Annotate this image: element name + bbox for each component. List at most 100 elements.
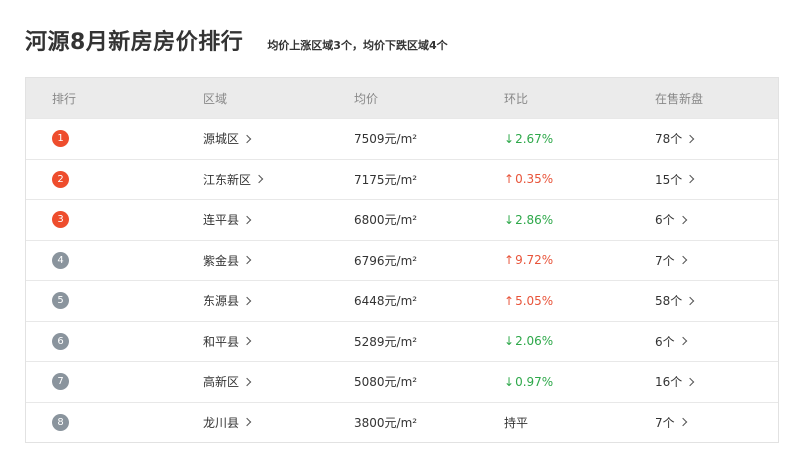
chevron-right-icon (242, 296, 252, 305)
table-row: 1 源城区 7509元/m² ↓ 2.67% 78个 (26, 118, 778, 159)
table-header: 排行 区域 均价 环比 在售新盘 (26, 78, 778, 118)
avg-price: 5080元/m² (354, 375, 418, 390)
listings-count: 78个 (655, 132, 683, 147)
rank-badge: 4 (52, 251, 69, 269)
change-value: 2.67% (515, 131, 554, 146)
area-name: 紫金县 (203, 253, 240, 268)
header-rank: 排行 (52, 91, 77, 106)
chevron-right-icon (686, 134, 695, 143)
listings-count: 58个 (655, 294, 683, 309)
area-name: 高新区 (203, 375, 240, 390)
month-on-month-change: ↑ 9.72% (504, 253, 655, 267)
area-link[interactable]: 和平县 (203, 333, 354, 350)
area-name: 江东新区 (203, 172, 252, 187)
chevron-right-icon (242, 377, 252, 386)
month-on-month-change: ↓ 2.67% (504, 132, 655, 146)
table-row: 3 连平县 6800元/m² ↓ 2.86% 6个 (26, 199, 778, 240)
area-link[interactable]: 龙川县 (203, 414, 354, 431)
arrow-down-icon: ↓ (504, 212, 515, 227)
listings-count-link[interactable]: 7个 (655, 414, 778, 431)
avg-price: 5289元/m² (354, 334, 418, 349)
area-link[interactable]: 连平县 (203, 211, 354, 228)
avg-price: 6800元/m² (354, 213, 418, 228)
listings-count-link[interactable]: 58个 (655, 292, 778, 309)
area-name: 连平县 (203, 213, 240, 228)
area-link[interactable]: 高新区 (203, 373, 354, 390)
chevron-right-icon (242, 418, 252, 427)
rank-cell: 8 (26, 413, 203, 431)
area-link[interactable]: 江东新区 (203, 171, 354, 188)
chevron-right-icon (242, 215, 252, 224)
listings-count: 15个 (655, 172, 683, 187)
chevron-right-icon (254, 175, 264, 184)
listings-count-link[interactable]: 16个 (655, 373, 778, 390)
chevron-right-icon (242, 134, 252, 143)
rank-cell: 3 (26, 211, 203, 229)
area-name: 源城区 (203, 132, 240, 147)
arrow-up-icon: ↑ (504, 293, 515, 308)
avg-price: 6796元/m² (354, 253, 418, 268)
change-value: 5.05% (515, 293, 554, 308)
rank-cell: 6 (26, 332, 203, 350)
area-link[interactable]: 东源县 (203, 292, 354, 309)
chevron-right-icon (686, 175, 695, 184)
change-value: 0.97% (515, 374, 554, 389)
avg-price: 3800元/m² (354, 415, 418, 430)
month-on-month-change: ↓ 0.97% (504, 375, 655, 389)
arrow-down-icon: ↓ (504, 374, 515, 389)
chevron-right-icon (678, 215, 687, 224)
chevron-right-icon (686, 296, 695, 305)
listings-count-link[interactable]: 78个 (655, 130, 778, 147)
area-link[interactable]: 源城区 (203, 130, 354, 147)
page-subtitle: 均价上涨区域3个，均价下跌区域4个 (267, 39, 448, 52)
table-row: 2 江东新区 7175元/m² ↑ 0.35% 15个 (26, 158, 778, 200)
arrow-down-icon: ↓ (504, 334, 515, 349)
month-on-month-change: ↓ 2.06% (504, 334, 655, 348)
header-price: 均价 (354, 91, 379, 106)
rank-cell: 1 (26, 130, 203, 148)
listings-count: 6个 (655, 334, 675, 349)
rank-badge: 7 (52, 373, 69, 391)
arrow-down-icon: ↓ (504, 131, 515, 146)
table-row: 5 东源县 6448元/m² ↑ 5.05% 58个 (26, 280, 778, 321)
header-count: 在售新盘 (655, 91, 704, 106)
page-title: 河源8月新房房价排行 (25, 30, 244, 55)
chevron-right-icon (678, 337, 687, 346)
listings-count: 7个 (655, 253, 675, 268)
chevron-right-icon (686, 377, 695, 386)
chevron-right-icon (242, 256, 252, 265)
month-on-month-change: ↑ 5.05% (504, 294, 655, 308)
listings-count-link[interactable]: 6个 (655, 211, 778, 228)
table-row: 7 高新区 5080元/m² ↓ 0.97% 16个 (26, 361, 778, 402)
area-link[interactable]: 紫金县 (203, 252, 354, 269)
header-ratio: 环比 (504, 91, 529, 106)
listings-count-link[interactable]: 6个 (655, 333, 778, 350)
avg-price: 6448元/m² (354, 294, 418, 309)
listings-count: 7个 (655, 415, 675, 430)
rank-badge: 6 (52, 332, 69, 350)
month-on-month-change: 持平 (504, 414, 655, 431)
rank-badge: 5 (52, 292, 69, 310)
listings-count: 6个 (655, 213, 675, 228)
rank-cell: 7 (26, 373, 203, 391)
rank-cell: 4 (26, 251, 203, 269)
change-value: 0.35% (515, 172, 554, 187)
rank-badge: 3 (52, 211, 69, 229)
avg-price: 7509元/m² (354, 132, 418, 147)
rank-badge: 8 (52, 413, 69, 431)
change-value: 2.86% (515, 212, 554, 227)
listings-count-link[interactable]: 15个 (655, 171, 778, 188)
chevron-right-icon (678, 418, 687, 427)
arrow-up-icon: ↑ (504, 253, 515, 268)
table-row: 6 和平县 5289元/m² ↓ 2.06% 6个 (26, 320, 778, 362)
area-name: 龙川县 (203, 415, 240, 430)
listings-count-link[interactable]: 7个 (655, 252, 778, 269)
chevron-right-icon (242, 337, 252, 346)
arrow-up-icon: ↑ (504, 172, 515, 187)
rank-cell: 2 (26, 170, 203, 188)
price-ranking-table: 排行 区域 均价 环比 在售新盘 1 源城区 7509元/m² ↓ 2.67% 78个 2 江… (25, 77, 779, 443)
listings-count: 16个 (655, 375, 683, 390)
header-area: 区域 (203, 91, 228, 106)
change-value: 9.72% (515, 253, 554, 268)
page-header: 河源8月新房房价排行 均价上涨区域3个，均价下跌区域4个 (25, 24, 448, 56)
